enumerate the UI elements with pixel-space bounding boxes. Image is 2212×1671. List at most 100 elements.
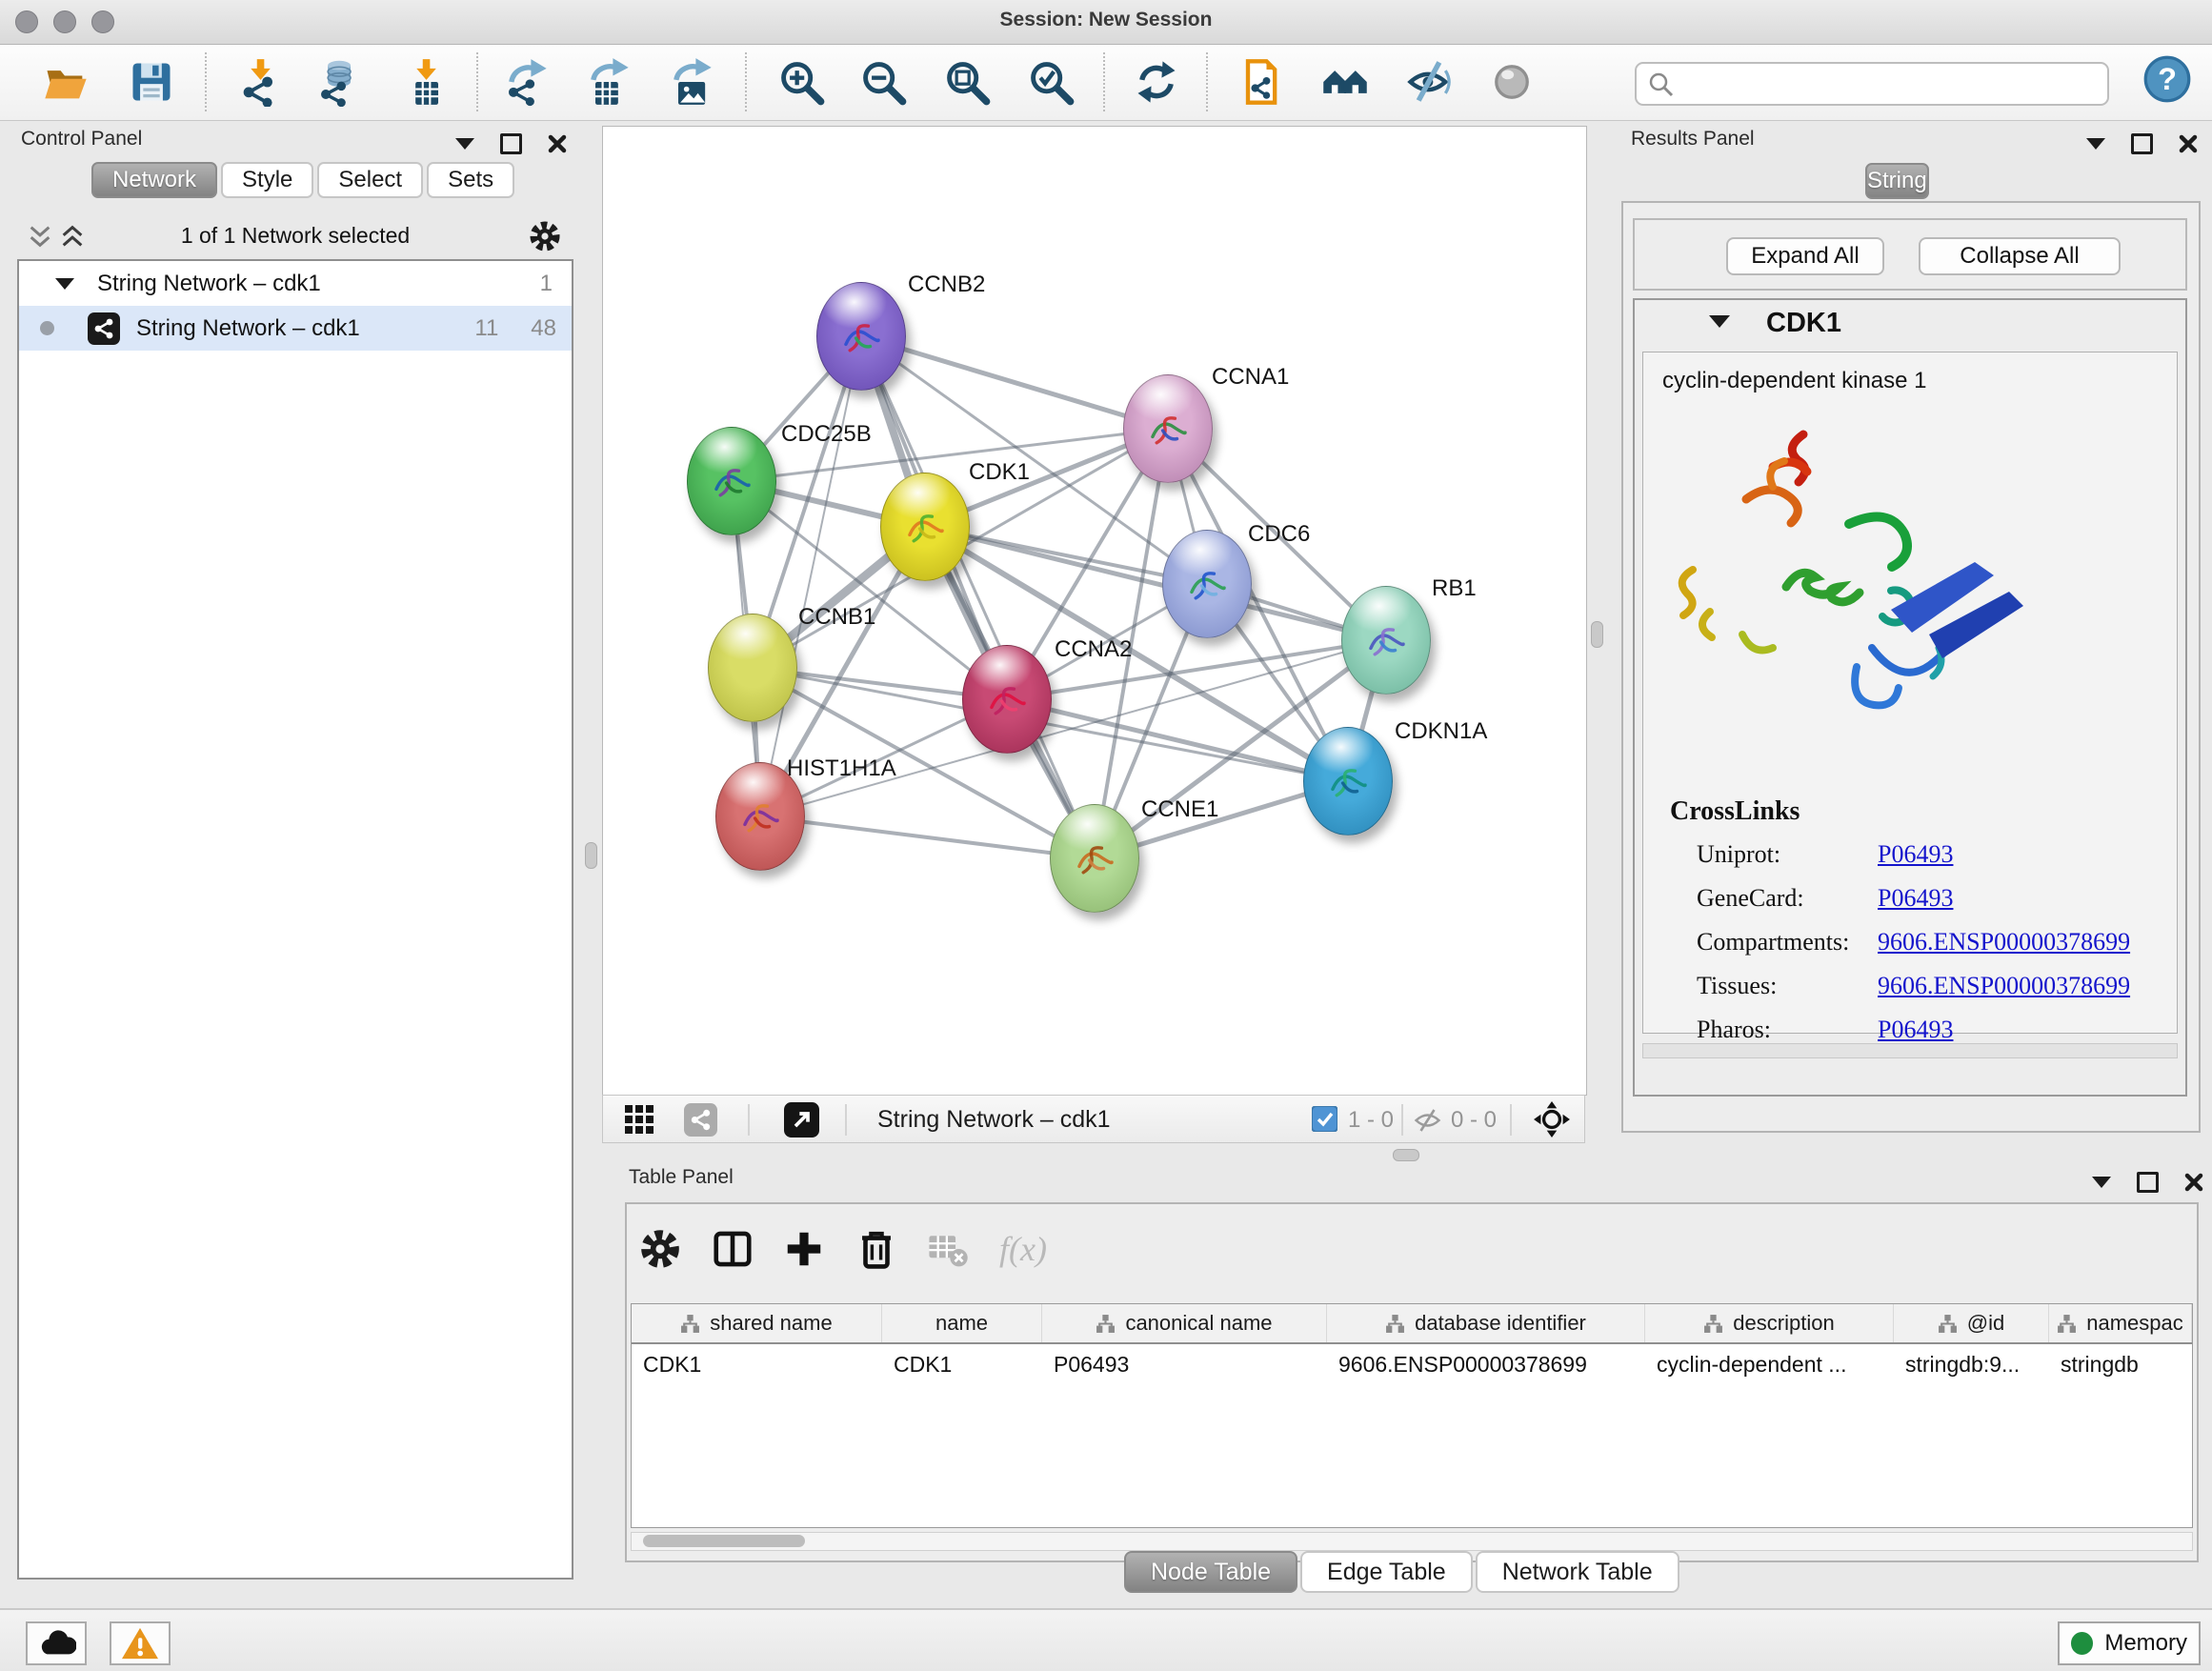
table-header-namespac[interactable]: namespac xyxy=(2049,1304,2192,1342)
import-table-from-file-button[interactable] xyxy=(401,57,451,107)
open-session-button[interactable] xyxy=(41,57,90,107)
tab-style[interactable]: Style xyxy=(221,162,313,198)
table-header-shared-name[interactable]: shared name xyxy=(632,1304,882,1342)
network-collection-row[interactable]: String Network – cdk1 1 xyxy=(19,261,572,306)
crosslink-link[interactable]: 9606.ENSP00000378699 xyxy=(1878,928,2130,956)
import-network-from-database-button[interactable] xyxy=(313,57,363,107)
tab-edge-table[interactable]: Edge Table xyxy=(1300,1551,1473,1593)
zoom-in-button[interactable] xyxy=(776,57,826,107)
search-input[interactable] xyxy=(1682,67,2096,103)
zoom-out-button[interactable] xyxy=(858,57,908,107)
hide-graphics-details-button[interactable] xyxy=(1404,57,1454,107)
tab-sets[interactable]: Sets xyxy=(427,162,514,198)
table-horizontal-scrollbar[interactable] xyxy=(631,1532,2193,1551)
table-header-name[interactable]: name xyxy=(882,1304,1042,1342)
table-cell[interactable]: stringdb:9... xyxy=(1894,1352,2049,1378)
panel-float-icon[interactable] xyxy=(2131,133,2153,154)
cloud-button[interactable] xyxy=(26,1621,87,1665)
table-header-canonical-name[interactable]: canonical name xyxy=(1042,1304,1327,1342)
table-cell[interactable]: 9606.ENSP00000378699 xyxy=(1327,1352,1645,1378)
network-node-CDKN1A[interactable] xyxy=(1303,727,1393,836)
network-canvas[interactable]: CCNB2CCNA1CDC25BCDK1CDC6RB1CCNB1CCNA2CDK… xyxy=(602,126,1587,1096)
tab-select[interactable]: Select xyxy=(317,162,423,198)
crosslink-link[interactable]: 9606.ENSP00000378699 xyxy=(1878,972,2130,1000)
horizontal-splitter-handle[interactable] xyxy=(1393,1149,1419,1161)
section-scrollbar[interactable] xyxy=(1642,1043,2178,1058)
birds-eye-grid-icon[interactable] xyxy=(624,1104,655,1136)
sphere-preview-button[interactable] xyxy=(1487,57,1537,107)
delete-table-icon[interactable] xyxy=(926,1227,970,1271)
table-cell[interactable]: P06493 xyxy=(1042,1352,1327,1378)
memory-button[interactable]: Memory xyxy=(2058,1621,2201,1665)
selected-checkbox-icon[interactable] xyxy=(1312,1106,1337,1132)
network-node-CCNA2[interactable] xyxy=(962,645,1052,754)
edge-HIST1H1A-CCNE1[interactable] xyxy=(760,816,1095,858)
export-network-button[interactable] xyxy=(501,57,551,107)
table-header-@id[interactable]: @id xyxy=(1894,1304,2049,1342)
table-gear-icon[interactable] xyxy=(638,1227,682,1271)
panel-float-icon[interactable] xyxy=(500,133,522,154)
new-network-from-file-button[interactable] xyxy=(1236,57,1285,107)
node-section-header[interactable]: CDK1 xyxy=(1635,300,2185,346)
refresh-button[interactable] xyxy=(1132,57,1181,107)
table-header-description[interactable]: description xyxy=(1645,1304,1894,1342)
scrollbar-thumb[interactable] xyxy=(643,1535,805,1547)
add-column-icon[interactable] xyxy=(782,1227,826,1271)
pan-crosshair-icon[interactable] xyxy=(1533,1100,1571,1138)
network-node-RB1[interactable] xyxy=(1341,586,1431,695)
export-table-button[interactable] xyxy=(583,57,633,107)
table-header-database-identifier[interactable]: database identifier xyxy=(1327,1304,1645,1342)
panel-close-icon[interactable] xyxy=(548,134,567,153)
warning-button[interactable] xyxy=(110,1621,171,1665)
import-network-from-file-button[interactable] xyxy=(235,57,285,107)
help-button[interactable]: ? xyxy=(2142,54,2192,104)
crosslink-link[interactable]: P06493 xyxy=(1878,884,1953,913)
panel-close-icon[interactable] xyxy=(2184,1173,2203,1192)
zoom-selected-button[interactable] xyxy=(1026,57,1076,107)
tab-network-table[interactable]: Network Table xyxy=(1476,1551,1679,1593)
panel-menu-icon[interactable] xyxy=(455,138,474,150)
tab-network[interactable]: Network xyxy=(91,162,217,198)
delete-column-icon[interactable] xyxy=(855,1227,898,1271)
network-row[interactable]: String Network – cdk1 11 48 xyxy=(19,306,572,351)
homes-icon-button[interactable] xyxy=(1320,57,1370,107)
gear-icon[interactable] xyxy=(528,219,562,253)
expand-all-button[interactable]: Expand All xyxy=(1726,237,1884,275)
panel-menu-icon[interactable] xyxy=(2092,1177,2111,1188)
network-node-CCNE1[interactable] xyxy=(1050,804,1139,913)
zoom-fit-content-button[interactable] xyxy=(942,57,992,107)
network-node-CCNB2[interactable] xyxy=(816,282,906,391)
table-row[interactable]: CDK1CDK1P064939606.ENSP00000378699cyclin… xyxy=(632,1344,2192,1384)
function-builder-icon[interactable]: f(x) xyxy=(999,1229,1047,1269)
edge-CDK1-RB1[interactable] xyxy=(925,527,1386,640)
save-session-button[interactable] xyxy=(127,57,176,107)
crosslink-link[interactable]: P06493 xyxy=(1878,840,1953,869)
panel-float-icon[interactable] xyxy=(2137,1172,2159,1193)
table-cell[interactable]: stringdb xyxy=(2049,1352,2192,1378)
tree-collapse-icon[interactable] xyxy=(55,278,74,290)
edge-CCNB2-CCNE1[interactable] xyxy=(861,336,1095,858)
show-columns-icon[interactable] xyxy=(711,1227,754,1271)
tab-string[interactable]: String xyxy=(1865,163,1929,199)
table-cell[interactable]: CDK1 xyxy=(882,1352,1042,1378)
network-node-CDC25B[interactable] xyxy=(687,427,776,535)
crosslink-link[interactable]: P06493 xyxy=(1878,1016,1953,1044)
edge-CCNB2-CCNA1[interactable] xyxy=(861,336,1168,429)
share-network-icon[interactable] xyxy=(684,1103,717,1137)
panel-close-icon[interactable] xyxy=(2179,134,2198,153)
network-node-CDC6[interactable] xyxy=(1162,530,1252,638)
vertical-splitter-handle[interactable] xyxy=(585,842,597,869)
network-node-CCNB1[interactable] xyxy=(708,614,797,722)
tab-node-table[interactable]: Node Table xyxy=(1124,1551,1297,1593)
table-cell[interactable]: cyclin-dependent ... xyxy=(1645,1352,1894,1378)
table-cell[interactable]: CDK1 xyxy=(632,1352,882,1378)
export-image-button[interactable] xyxy=(666,57,715,107)
open-in-window-icon[interactable] xyxy=(784,1102,819,1137)
vertical-splitter-handle[interactable] xyxy=(1591,621,1603,648)
section-collapse-icon[interactable] xyxy=(1709,315,1730,328)
panel-menu-icon[interactable] xyxy=(2086,138,2105,150)
network-node-CDK1[interactable] xyxy=(880,473,970,581)
network-node-CCNA1[interactable] xyxy=(1123,374,1213,483)
collapse-all-button[interactable]: Collapse All xyxy=(1919,237,2121,275)
edge-CCNB2-HIST1H1A[interactable] xyxy=(760,336,861,816)
